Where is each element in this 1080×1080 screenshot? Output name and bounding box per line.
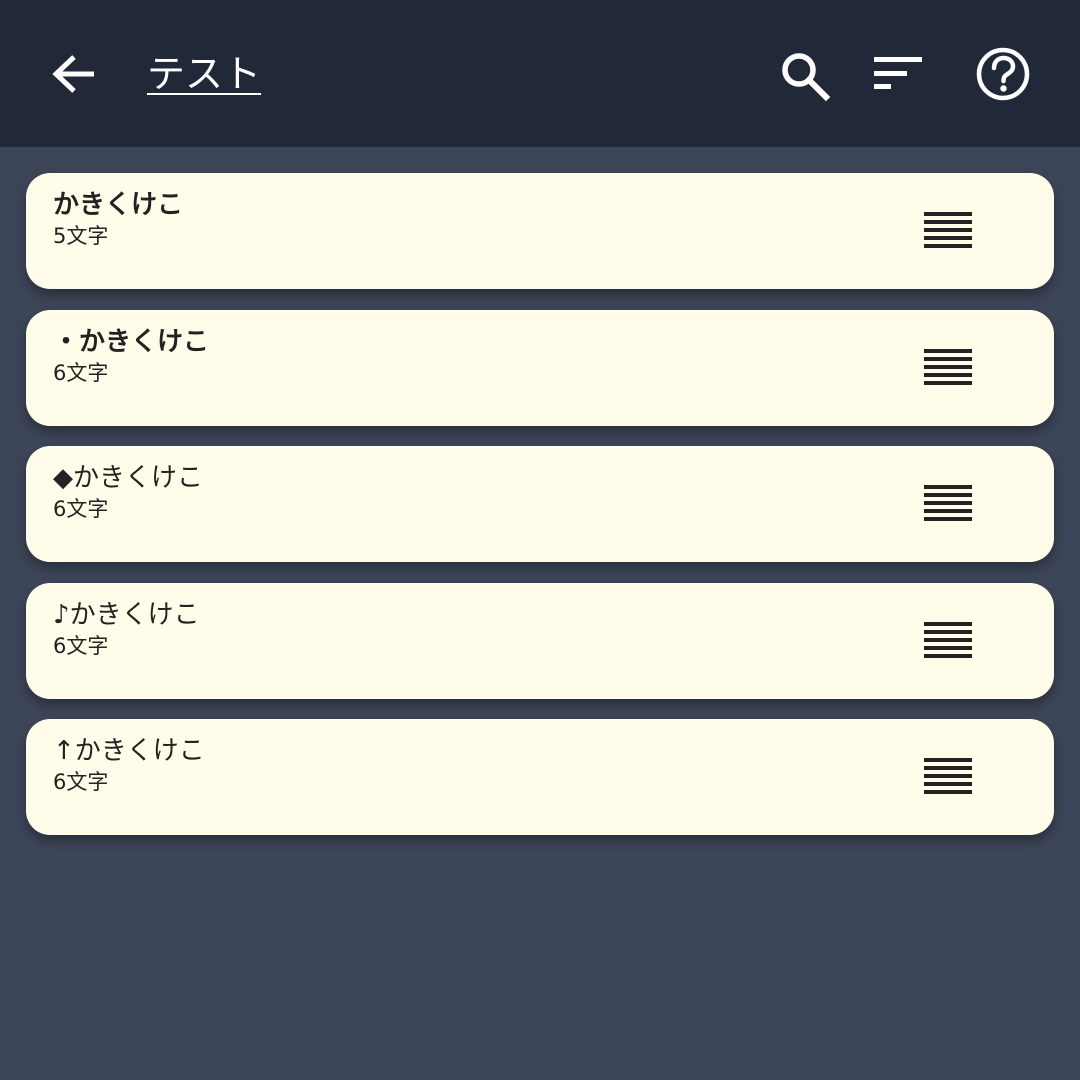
item-name: ◆かきくけこ xyxy=(53,463,203,493)
item-name: ↑かきくけこ xyxy=(53,736,205,766)
item-list: かきくけこ 5文字 ・かきくけこ 6文字 ◆かきくけこ 6文字 ♪かきくけこ 6… xyxy=(26,173,1054,856)
help-button[interactable] xyxy=(974,47,1030,101)
item-char-count: 6文字 xyxy=(53,770,109,794)
search-icon xyxy=(782,53,831,102)
list-item[interactable]: ↑かきくけこ 6文字 xyxy=(26,719,1054,835)
app-bar: テスト xyxy=(0,0,1080,147)
item-char-count: 6文字 xyxy=(53,497,109,521)
back-button[interactable] xyxy=(48,49,98,99)
drag-handle-icon[interactable] xyxy=(924,485,972,523)
drag-handle-icon[interactable] xyxy=(924,758,972,796)
drag-handle-icon[interactable] xyxy=(924,348,972,387)
page-title[interactable]: テスト xyxy=(147,50,261,98)
item-name: ・かきくけこ xyxy=(53,326,210,357)
search-button[interactable] xyxy=(778,47,832,102)
sort-button[interactable] xyxy=(872,47,926,101)
item-char-count: 6文字 xyxy=(53,360,109,385)
list-item[interactable]: かきくけこ 5文字 xyxy=(26,173,1054,289)
item-name: ♪かきくけこ xyxy=(53,599,200,630)
list-item[interactable]: ◆かきくけこ 6文字 xyxy=(26,446,1054,562)
arrow-left-icon xyxy=(52,55,94,93)
help-circle-icon xyxy=(976,47,1030,101)
list-item[interactable]: ♪かきくけこ 6文字 xyxy=(26,582,1054,699)
item-char-count: 5文字 xyxy=(53,224,109,248)
drag-handle-icon[interactable] xyxy=(924,621,972,660)
list-item[interactable]: ・かきくけこ 6文字 xyxy=(26,309,1054,426)
item-name: かきくけこ xyxy=(53,190,184,220)
sort-icon xyxy=(874,57,922,89)
drag-handle-icon[interactable] xyxy=(924,212,972,250)
item-char-count: 6文字 xyxy=(53,633,109,658)
